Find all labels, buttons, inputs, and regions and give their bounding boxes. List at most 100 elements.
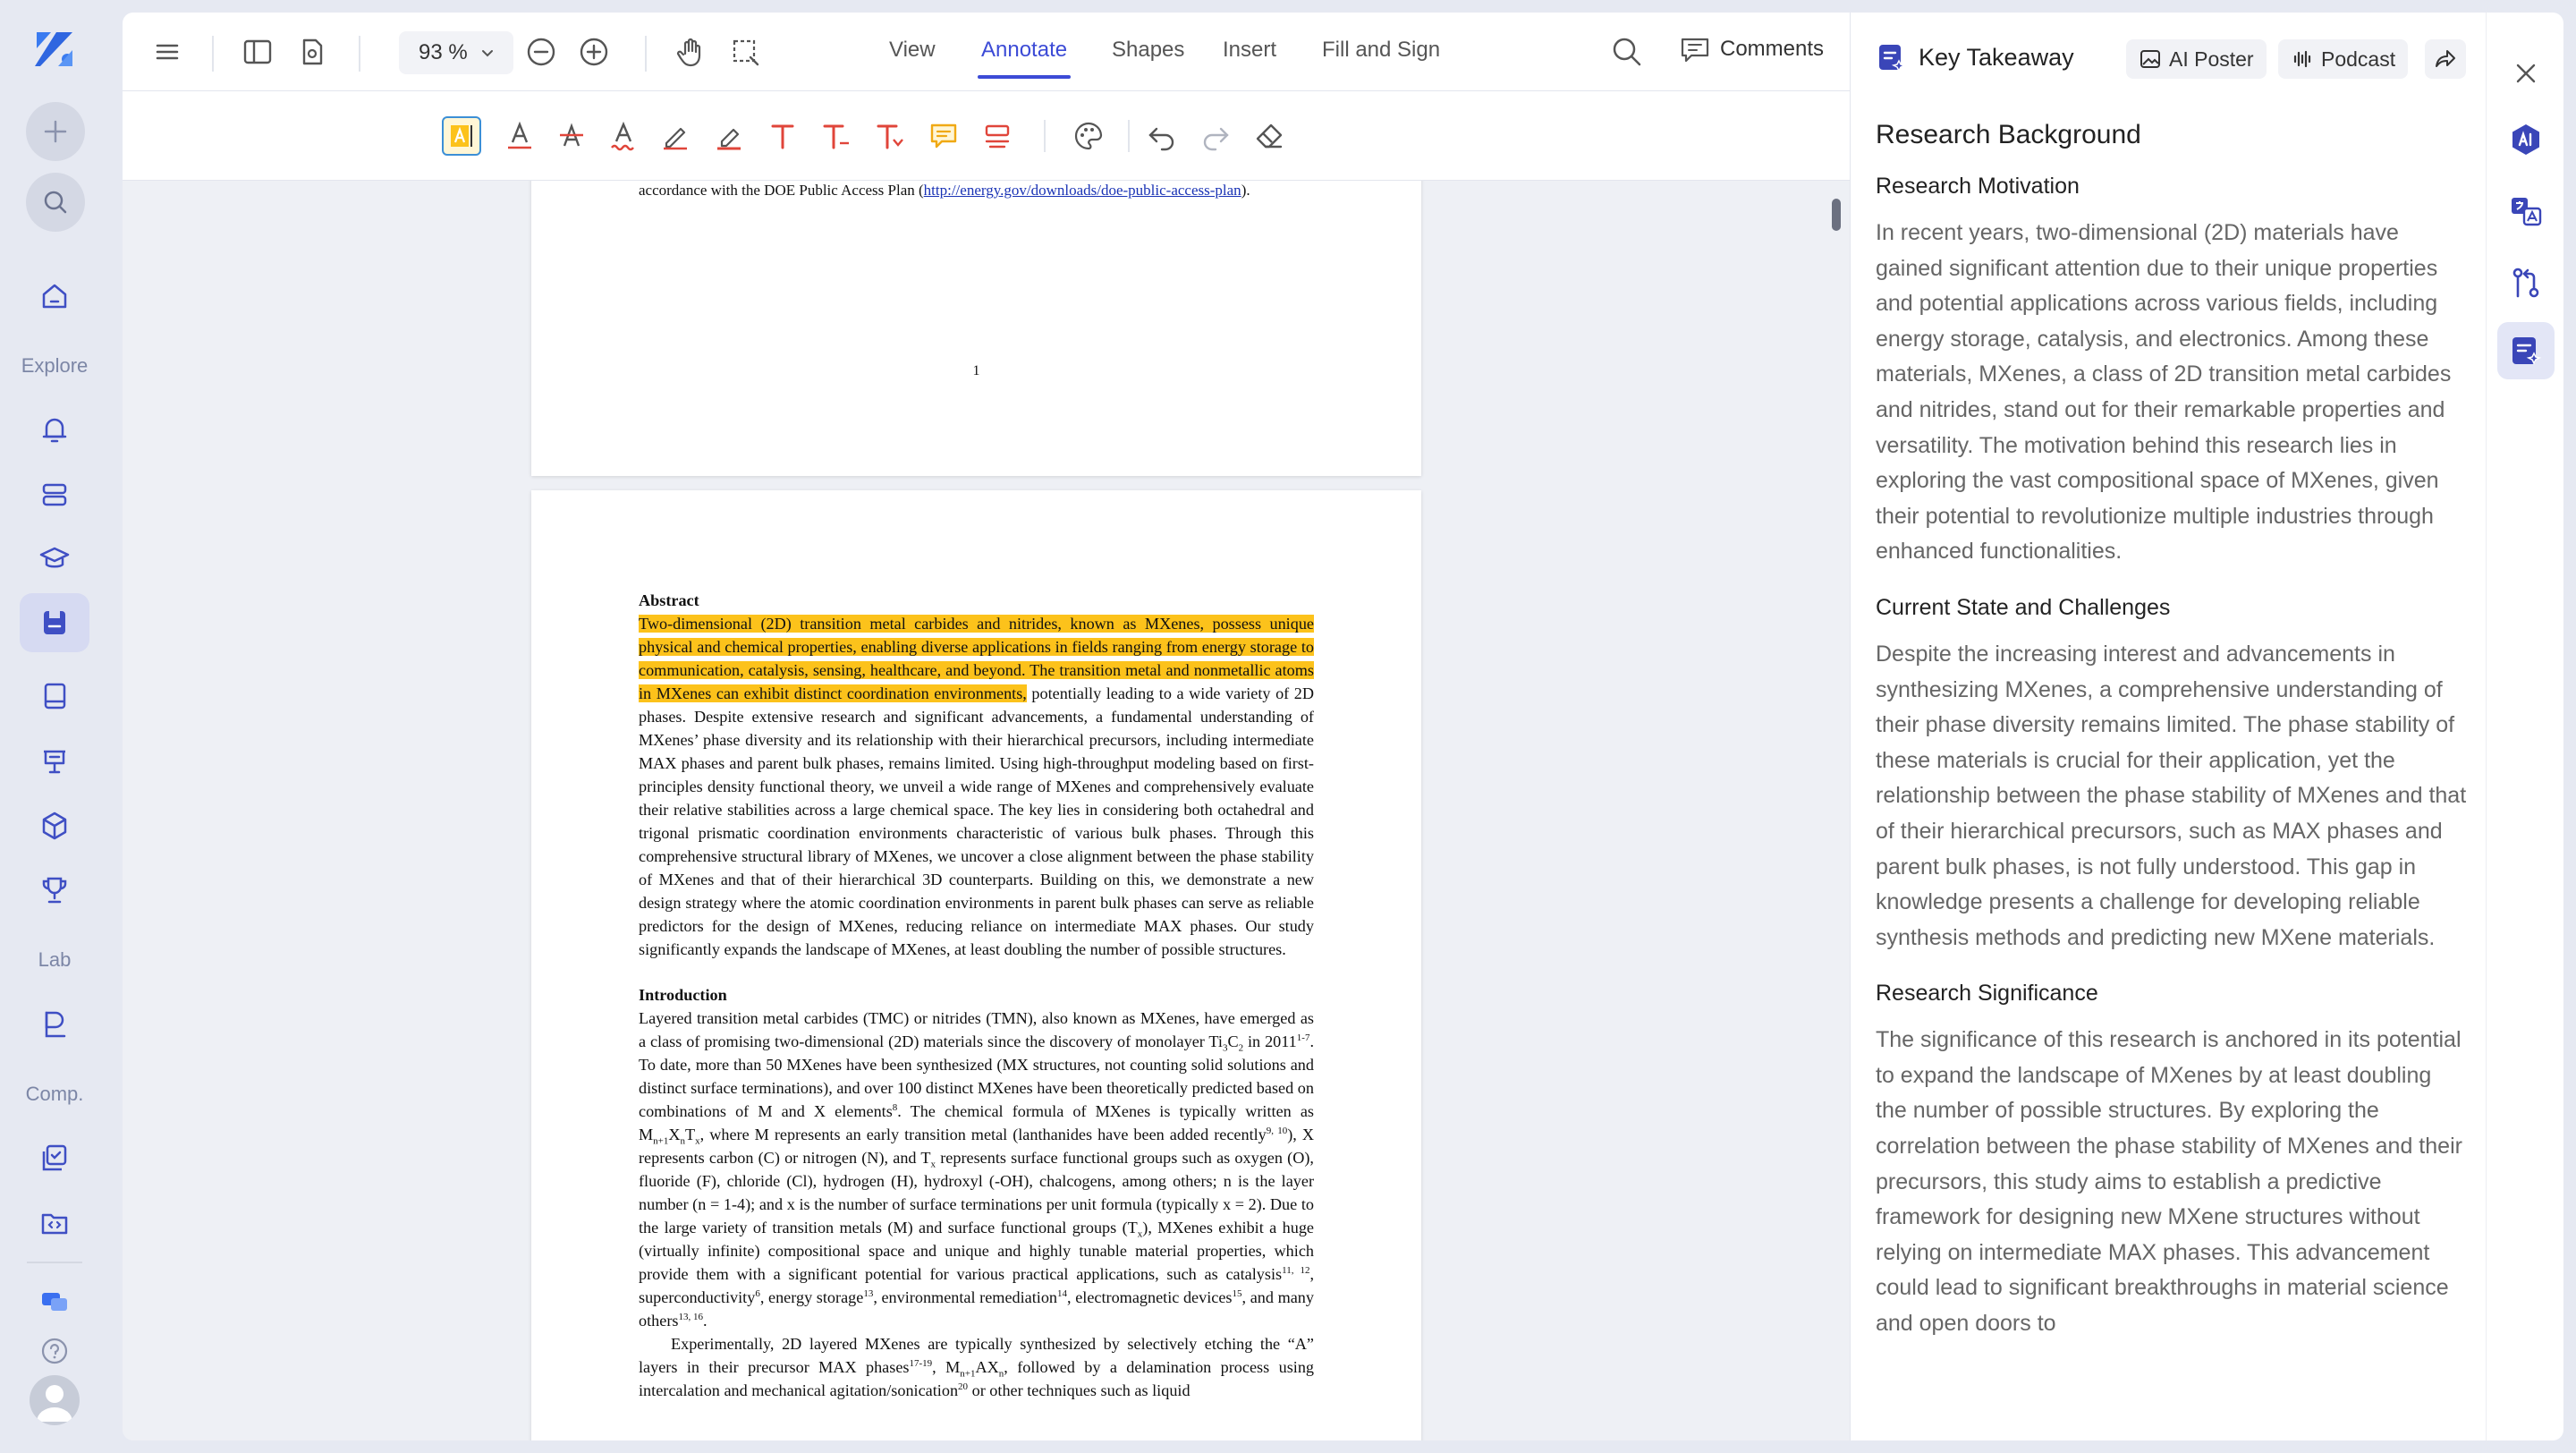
current-state-heading: Current State and Challenges [1876, 594, 2171, 620]
models-button[interactable] [20, 796, 89, 855]
search-icon[interactable] [1609, 34, 1645, 70]
chevron-down-icon [481, 50, 493, 57]
tasks-button[interactable] [20, 1129, 89, 1188]
tab-annotate[interactable]: Annotate [977, 38, 1072, 79]
page1-text-line: accordance with the DOE Public Access Pl… [639, 182, 1250, 199]
tab-shapes[interactable]: Shapes [1112, 38, 1184, 77]
share-button[interactable] [2425, 39, 2466, 79]
sidebar-divider [27, 1262, 82, 1263]
help-button[interactable] [20, 1321, 89, 1381]
avatar[interactable] [30, 1375, 80, 1425]
pdf-page-1: accordance with the DOE Public Access Pl… [531, 181, 1421, 476]
area-highlight-icon[interactable] [978, 116, 1017, 156]
notebook-button[interactable] [20, 667, 89, 726]
comment-icon [1681, 38, 1709, 63]
ai-poster-button[interactable]: AI Poster [2126, 39, 2267, 79]
vertical-scrollbar[interactable] [1832, 199, 1841, 231]
zoom-out-icon[interactable] [523, 34, 559, 70]
page-number: 1 [972, 363, 980, 378]
comments-button[interactable]: Comments [1679, 34, 1824, 64]
squiggly-underline-icon[interactable] [604, 116, 643, 156]
highlight-text-icon[interactable] [442, 116, 481, 156]
trophy-icon [42, 877, 67, 904]
cube-icon [42, 811, 67, 840]
graduation-cap-icon [39, 547, 70, 568]
pdf-page-2: Abstract Two-dimensional (2D) transition… [531, 490, 1421, 1440]
close-panel-button[interactable] [2497, 45, 2555, 102]
plus-icon [44, 120, 67, 143]
new-button[interactable] [26, 102, 85, 161]
zoom-select[interactable]: 93 % [399, 31, 513, 74]
search-button[interactable] [26, 173, 85, 232]
key-takeaway-icon [2512, 337, 2542, 365]
home-icon [42, 284, 67, 309]
introduction-heading: Introduction [639, 986, 727, 1004]
eraser-icon[interactable] [1250, 116, 1289, 156]
menu-icon[interactable] [149, 34, 185, 70]
image-icon [2140, 50, 2160, 68]
top-toolbar: 93 % View Annotate Shapes Insert Fill an… [123, 13, 1850, 91]
right-tool-rail [2486, 13, 2563, 1440]
sidebar-toggle-icon[interactable] [240, 34, 275, 70]
ai-icon [2512, 124, 2539, 155]
underline-text-icon[interactable] [500, 116, 539, 156]
tab-view[interactable]: View [889, 38, 936, 77]
page2-content: Abstract Two-dimensional (2D) transition… [639, 589, 1314, 1402]
stack-icon [42, 483, 67, 506]
strikethrough-icon[interactable] [552, 116, 591, 156]
doe-plan-link[interactable]: http://energy.gov/downloads/doe-public-a… [924, 182, 1241, 199]
toolbar-divider [1044, 120, 1046, 152]
document-viewer: 93 % View Annotate Shapes Insert Fill an… [123, 13, 1850, 1440]
code-folder-icon [41, 1213, 68, 1235]
ai-assistant-button[interactable] [2497, 111, 2555, 168]
courses-button[interactable] [20, 529, 89, 588]
bell-icon [42, 418, 67, 443]
pen-icon[interactable] [656, 116, 695, 156]
hand-tool-icon[interactable] [674, 34, 709, 70]
document-area[interactable]: accordance with the DOE Public Access Pl… [123, 181, 1850, 1440]
lab-label: Lab [38, 948, 72, 971]
presentation-button[interactable] [20, 732, 89, 791]
current-state-text: Despite the increasing interest and adva… [1876, 641, 2467, 950]
text-tool-icon[interactable] [763, 116, 802, 156]
notifications-button[interactable] [20, 400, 89, 459]
chat-icon [42, 1293, 67, 1311]
redo-icon[interactable] [1196, 116, 1235, 156]
app-logo-icon[interactable] [31, 25, 78, 72]
key-takeaway-tab[interactable] [2497, 322, 2555, 379]
podcast-button[interactable]: Podcast [2278, 39, 2409, 79]
awards-button[interactable] [20, 861, 89, 920]
lab-tool-button[interactable] [20, 995, 89, 1054]
toolbar-divider [359, 36, 360, 72]
compare-button[interactable] [2497, 254, 2555, 311]
book-icon [44, 683, 66, 710]
saved-button[interactable] [20, 593, 89, 652]
abstract-heading: Abstract [639, 591, 699, 609]
lab-flask-icon [45, 1011, 66, 1038]
user-avatar-icon [37, 1385, 72, 1422]
search-icon [44, 191, 67, 214]
note-icon[interactable] [924, 116, 963, 156]
library-button[interactable] [20, 465, 89, 524]
share-icon [2436, 50, 2455, 67]
color-palette-icon[interactable] [1069, 116, 1108, 156]
audio-wave-icon [2293, 50, 2311, 68]
tab-fill-and-sign[interactable]: Fill and Sign [1322, 38, 1440, 77]
panel-header: Key Takeaway AI Poster Podcast [1851, 13, 2486, 102]
document-settings-icon[interactable] [294, 34, 330, 70]
marker-icon[interactable] [709, 116, 749, 156]
select-area-icon[interactable] [727, 34, 763, 70]
translate-icon [2512, 198, 2542, 226]
home-button[interactable] [20, 267, 89, 326]
translate-button[interactable] [2497, 183, 2555, 240]
code-folder-button[interactable] [20, 1194, 89, 1253]
zoom-in-icon[interactable] [576, 34, 612, 70]
introduction-paragraph-2: Experimentally, 2D layered MXenes are ty… [639, 1335, 1315, 1399]
tab-insert[interactable]: Insert [1223, 38, 1276, 77]
panel-title: Key Takeaway [1876, 41, 2074, 73]
text-insert-icon[interactable] [870, 116, 910, 156]
section-title: Research Background [1876, 120, 2141, 149]
text-callout-icon[interactable] [817, 116, 856, 156]
toolbar-divider [212, 36, 214, 72]
undo-icon[interactable] [1142, 116, 1182, 156]
